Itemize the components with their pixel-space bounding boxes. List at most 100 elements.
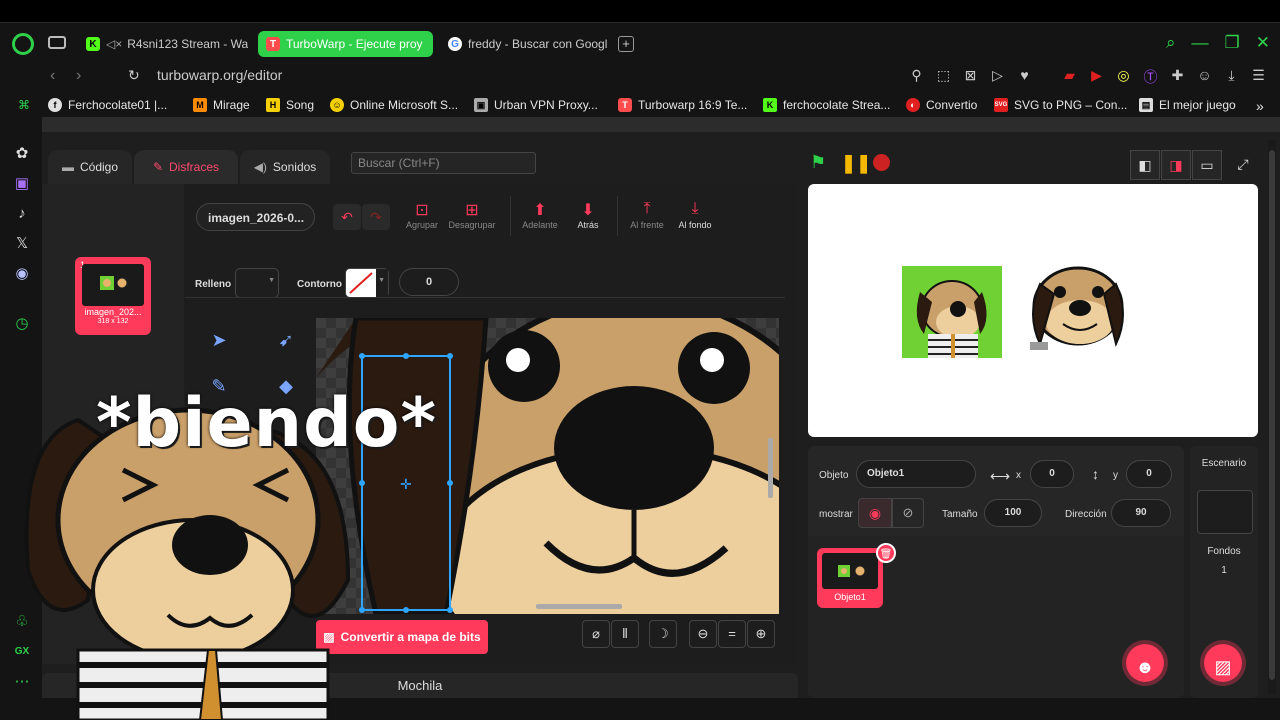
url-field[interactable]: turbowarp.org/editor	[157, 67, 282, 83]
search-input[interactable]: Buscar (Ctrl+F)	[351, 152, 536, 174]
redo-button[interactable]: ↷	[362, 204, 390, 230]
more-bookmarks-icon[interactable]: »	[1256, 98, 1264, 114]
pause-icon[interactable]: ❚❚	[841, 153, 871, 173]
heart-icon[interactable]: ♥	[1017, 67, 1032, 87]
bookmark-kick[interactable]: K ferchocolate Strea...	[763, 98, 890, 112]
tab-code[interactable]: ▬ Código	[48, 150, 132, 184]
discord-icon[interactable]: ◉	[13, 265, 31, 283]
opera-logo-icon[interactable]	[12, 33, 34, 55]
twitch-icon[interactable]: ▣	[13, 175, 31, 193]
costume-card[interactable]: 1 imagen_202... 318 x 132	[75, 257, 151, 335]
kick-icon: K	[86, 37, 100, 51]
eraser-toggle-icon[interactable]: ⌀	[582, 620, 610, 648]
sprite-name-input[interactable]: Objeto1	[856, 460, 976, 488]
small-stage-icon[interactable]: ◧	[1130, 150, 1160, 180]
normal-stage-icon[interactable]: ◨	[1161, 150, 1191, 180]
tab-turbowarp[interactable]: T TurboWarp - Ejecute proy	[258, 31, 433, 57]
page-scrollbar[interactable]	[1268, 140, 1276, 694]
front-button[interactable]: ⤒ Al frente	[622, 200, 672, 230]
backward-button[interactable]: ⬇ Atrás	[563, 200, 613, 230]
menu-icon[interactable]: ☰	[1251, 67, 1266, 87]
sound-wave-icon[interactable]: ⦀	[611, 620, 639, 648]
direction-input[interactable]: 90	[1111, 499, 1171, 527]
ungroup-button[interactable]: ⊞ Desagrupar	[447, 200, 497, 230]
download-icon[interactable]: ⤓	[1224, 67, 1239, 87]
bookmark-urban-vpn[interactable]: ▣ Urban VPN Proxy...	[474, 98, 598, 112]
extension-circle-icon[interactable]: ◎	[1116, 67, 1131, 87]
stage-canvas[interactable]	[808, 184, 1258, 437]
show-eye-icon[interactable]: ◉	[858, 498, 892, 528]
reshape-tool-icon[interactable]: ➹	[274, 328, 298, 352]
extension-purple-icon[interactable]: Ⓣ	[1143, 67, 1158, 87]
stage-controls: ⚑ ❚❚ ◧ ◨ ▭ ⤢	[810, 150, 1280, 180]
zoom-in-icon[interactable]: ⊕	[747, 620, 775, 648]
maximize-icon[interactable]: ❐	[1225, 33, 1240, 53]
size-input[interactable]: 100	[984, 499, 1042, 527]
x-icon[interactable]: 𝕏	[13, 235, 31, 253]
bookmark-ferchocolate[interactable]: f Ferchocolate01 |...	[48, 98, 167, 112]
paint-canvas[interactable]: ✛	[316, 318, 779, 614]
back-icon[interactable]: ‹	[50, 67, 55, 85]
bookmark-svg-to-png[interactable]: SVG SVG to PNG – Con...	[994, 98, 1127, 112]
fill-swatch[interactable]: ▼	[235, 268, 279, 298]
add-sprite-button[interactable]: ☻	[1122, 640, 1168, 686]
bookmarks-tree-icon[interactable]: ⌘	[18, 98, 30, 112]
moon-icon[interactable]: ☽	[649, 620, 677, 648]
new-tab-button[interactable]: +	[618, 36, 634, 52]
puzzle-icon[interactable]: ✚	[1170, 67, 1185, 87]
bookmark-song[interactable]: H Song	[266, 98, 314, 112]
bookmark-icon: K	[763, 98, 777, 112]
clock-icon[interactable]: ◷	[13, 315, 31, 333]
x-input[interactable]: 0	[1030, 460, 1074, 488]
forward-icon[interactable]: ›	[76, 67, 81, 85]
tiktok-icon[interactable]: ♪	[13, 205, 31, 223]
fullscreen-icon[interactable]: ⤢	[1228, 150, 1258, 180]
zoom-out-icon[interactable]: ⊖	[689, 620, 717, 648]
reload-icon[interactable]: ↻	[128, 67, 140, 84]
back-button[interactable]: ⤓ Al fondo	[670, 200, 720, 230]
bookmark-label: Song	[286, 98, 315, 112]
search-icon[interactable]: ⌕	[1166, 33, 1176, 53]
bookmark-icon: M	[193, 98, 207, 112]
scrollbar-thumb[interactable]	[1269, 150, 1275, 680]
bookmark-microsoft[interactable]: ☺ Online Microsoft S...	[330, 98, 458, 112]
select-tool-icon[interactable]: ➤	[207, 328, 231, 352]
stage-thumbnail[interactable]	[1197, 490, 1253, 534]
bookmark-el-mejor-juego[interactable]: ▤ El mejor juego	[1139, 98, 1236, 112]
screenshot-icon[interactable]: ⬚	[936, 67, 951, 87]
tab-sounds[interactable]: ◀) Sonidos	[240, 150, 330, 184]
zoom-reset-button[interactable]: =	[718, 620, 746, 648]
play-icon[interactable]: ▷	[990, 67, 1005, 87]
large-stage-icon[interactable]: ▭	[1192, 150, 1222, 180]
stop-icon[interactable]	[873, 154, 890, 171]
bookmark-label: Turbowarp 16:9 Te...	[638, 98, 748, 112]
y-input[interactable]: 0	[1126, 460, 1172, 488]
extension-red-icon[interactable]: ▰	[1062, 67, 1077, 87]
tab-costumes[interactable]: ✎ Disfraces	[134, 150, 238, 184]
sprite-card[interactable]: Objeto1 🗑	[817, 543, 896, 608]
tab-kick-stream[interactable]: K ◁× R4sni123 Stream - Wat	[78, 31, 248, 57]
bookmark-turbowarp[interactable]: T Turbowarp 16:9 Te...	[618, 98, 747, 112]
minimize-icon[interactable]: —	[1192, 33, 1209, 53]
profile-icon[interactable]: ☺	[1197, 67, 1212, 87]
hide-eye-icon[interactable]: ⊘	[892, 498, 924, 528]
costume-name-input[interactable]: imagen_2026-0...	[196, 203, 315, 231]
shield-icon[interactable]: ⊠	[963, 67, 978, 87]
pin-icon[interactable]: ⚲	[909, 67, 924, 87]
bookmark-convertio[interactable]: ◐ Convertio	[906, 98, 977, 112]
outline-width-input[interactable]: 0	[399, 268, 459, 296]
undo-button[interactable]: ↶	[333, 204, 361, 230]
forward-button[interactable]: ⬆ Adelante	[515, 200, 565, 230]
outline-swatch[interactable]: ▼	[345, 268, 389, 298]
bookmark-mirage[interactable]: M Mirage	[193, 98, 250, 112]
mute-icon[interactable]: ◁×	[106, 37, 122, 51]
trash-icon[interactable]: 🗑	[876, 543, 896, 563]
green-flag-icon[interactable]: ⚑	[810, 152, 830, 172]
close-icon[interactable]: ✕	[1256, 33, 1270, 53]
group-button[interactable]: ⊡ Agrupar	[397, 200, 447, 230]
chatgpt-icon[interactable]: ✿	[13, 145, 31, 163]
add-backdrop-button[interactable]: ▨	[1200, 640, 1246, 686]
extension-youtube-icon[interactable]: ▶	[1089, 67, 1104, 87]
tab-islands-icon[interactable]	[48, 36, 66, 49]
tab-google-search[interactable]: G freddy - Buscar con Googl	[440, 31, 610, 57]
